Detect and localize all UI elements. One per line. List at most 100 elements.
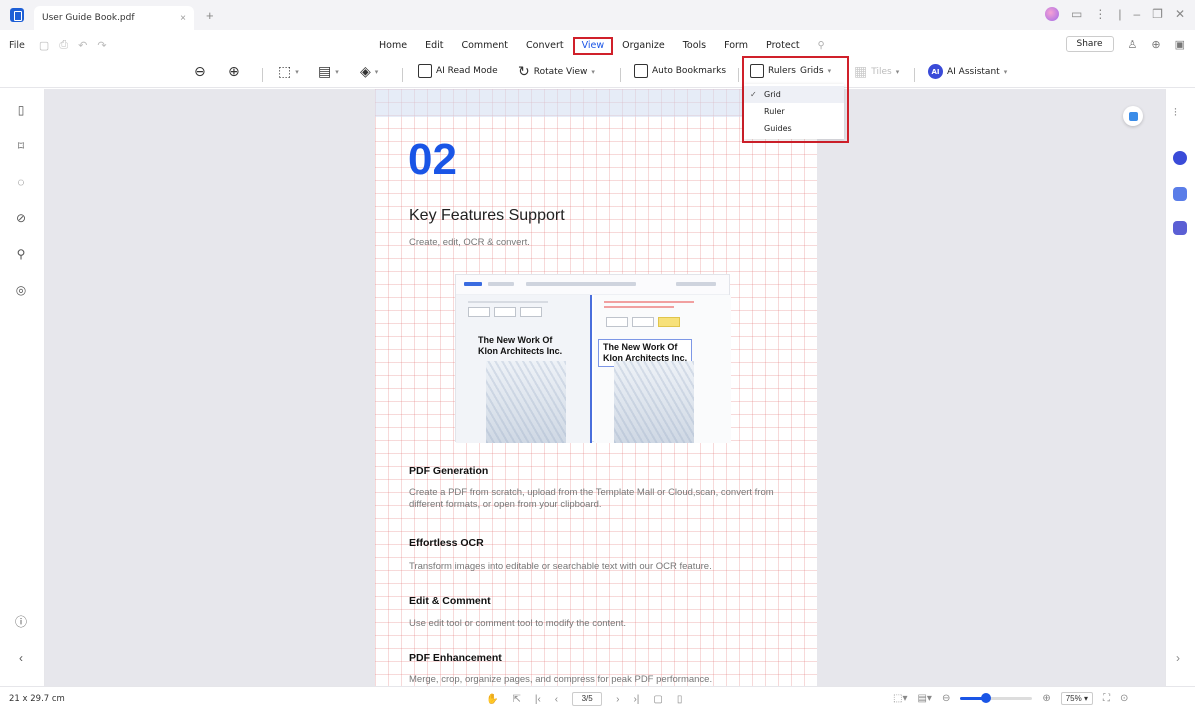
fit-page-icon[interactable]: ▢ <box>653 694 662 705</box>
panel-icon[interactable]: ▣ <box>1175 38 1185 51</box>
menu-edit[interactable]: Edit <box>416 37 452 55</box>
ai-assistant-icon: AI <box>928 64 943 79</box>
minimize-icon[interactable]: – <box>1133 7 1140 21</box>
toolbar-divider <box>620 68 621 82</box>
ai-read-mode-button[interactable]: AI Read Mode <box>418 64 498 78</box>
avatar[interactable] <box>1045 7 1060 21</box>
first-page-icon[interactable]: |‹ <box>535 694 541 705</box>
message-icon[interactable]: ▭ <box>1071 7 1082 21</box>
zoom-in-button[interactable]: ⊕ <box>228 64 240 80</box>
collapse-right-icon[interactable]: › <box>1176 651 1180 665</box>
upload-icon[interactable]: ⊕ <box>1151 38 1160 51</box>
floating-translate-button[interactable] <box>1123 106 1143 126</box>
chevron-down-icon: ▾ <box>374 68 379 76</box>
save-icon[interactable]: ▢ <box>39 39 49 52</box>
menu-form[interactable]: Form <box>715 37 757 55</box>
chevron-down-icon: ▾ <box>1003 67 1008 76</box>
compare-divider <box>590 295 592 443</box>
zoom-out-icon[interactable]: ⊖ <box>942 693 950 704</box>
menu-convert[interactable]: Convert <box>517 37 573 55</box>
fit-width-icon[interactable]: ▯ <box>677 694 683 705</box>
select-mode-icon[interactable]: ⬚▾ <box>893 693 907 704</box>
attachment-icon[interactable]: ⊘ <box>14 211 28 225</box>
pdf-page[interactable]: 02 Key Features Support Create, edit, OC… <box>375 89 817 686</box>
ai-assistant-button[interactable]: AI AI Assistant ▾ <box>928 64 1007 79</box>
zoom-slider[interactable] <box>960 693 1033 703</box>
chevron-down-icon: ▾ <box>895 68 900 76</box>
bookmark-icon <box>634 64 648 78</box>
user-icon[interactable]: ♙ <box>1128 38 1138 51</box>
previous-page-icon[interactable]: ‹ <box>555 694 558 705</box>
select-tool-icon[interactable]: ⇱ <box>512 694 520 705</box>
page-navigation: ✋ ⇱ |‹ ‹ 3/5 › ›| ▢ ▯ <box>486 692 682 706</box>
properties-icon[interactable]: ⫶ <box>1174 107 1177 120</box>
undo-icon[interactable]: ↶ <box>78 39 87 52</box>
select-tool-button[interactable]: ⬚ ▾ <box>278 64 299 80</box>
share-button[interactable]: Share <box>1065 36 1114 52</box>
file-menu[interactable]: File <box>9 40 25 51</box>
collapse-left-icon[interactable]: ‹ <box>14 651 28 665</box>
menu-organize[interactable]: Organize <box>613 37 674 55</box>
hand-tool-icon[interactable]: ✋ <box>486 694 498 705</box>
help-icon[interactable]: ⓘ <box>14 613 28 630</box>
grids-option-grid[interactable]: ✓ Grid <box>744 86 844 103</box>
grids-option-guides[interactable]: Guides <box>744 120 844 137</box>
zoom-level-select[interactable]: 75% ▾ <box>1060 692 1093 705</box>
zoom-in-icon: ⊕ <box>228 64 240 80</box>
tiles-button[interactable]: ▦ Tiles ▾ <box>854 64 899 80</box>
document-ai-icon[interactable] <box>1173 221 1187 235</box>
grids-option-ruler[interactable]: Ruler <box>744 103 844 120</box>
section-title: PDF Enhancement <box>409 652 502 664</box>
comment-icon[interactable]: ◌ <box>14 175 28 189</box>
document-tab[interactable]: User Guide Book.pdf × <box>34 6 194 30</box>
mini-line <box>468 301 548 303</box>
redo-icon[interactable]: ↷ <box>97 39 106 52</box>
pin-icon[interactable]: ⚲ <box>809 37 834 55</box>
ai-read-mode-label: AI Read Mode <box>436 66 498 76</box>
auto-bookmarks-button[interactable]: Auto Bookmarks <box>634 64 726 78</box>
ai-chat-icon[interactable] <box>1173 151 1187 165</box>
close-icon[interactable]: ✕ <box>1175 7 1185 21</box>
search-icon[interactable]: ⚲ <box>14 247 28 261</box>
bookmark-icon[interactable]: ⌑ <box>14 139 28 153</box>
menu-tools[interactable]: Tools <box>674 37 715 55</box>
menu-home[interactable]: Home <box>370 37 416 55</box>
section-title: Edit & Comment <box>409 595 491 607</box>
page-view-icon[interactable]: ▤▾ <box>917 693 931 704</box>
rotate-view-button[interactable]: ↻ Rotate View ▾ <box>518 64 595 80</box>
grids-option-label: Grid <box>764 90 781 99</box>
tab-close-icon[interactable]: × <box>180 13 186 24</box>
mini-line <box>604 301 694 303</box>
last-page-icon[interactable]: ›| <box>633 694 639 705</box>
translate-side-icon[interactable] <box>1173 187 1187 201</box>
menu-comment[interactable]: Comment <box>452 37 517 55</box>
tiles-icon: ▦ <box>854 64 868 80</box>
new-tab-button[interactable]: + <box>206 8 214 23</box>
page-subheading: Create, edit, OCR & convert. <box>409 237 530 248</box>
restore-icon[interactable]: ❐ <box>1152 7 1163 21</box>
grids-option-label: Guides <box>764 124 792 133</box>
page-number-input[interactable]: 3/5 <box>572 692 603 706</box>
page-thumbnails-icon[interactable]: ▯ <box>14 103 28 117</box>
auto-bookmarks-label: Auto Bookmarks <box>652 66 727 76</box>
more-vertical-icon[interactable]: ⋮ <box>1094 7 1106 21</box>
next-page-icon[interactable]: › <box>616 694 619 705</box>
menu-protect[interactable]: Protect <box>757 37 809 55</box>
page-display-button[interactable]: ▤ ▾ <box>318 64 339 80</box>
document-canvas[interactable]: 02 Key Features Support Create, edit, OC… <box>45 89 1165 686</box>
tab-title: User Guide Book.pdf <box>42 13 135 23</box>
zoom-slider-handle[interactable] <box>980 693 991 703</box>
rotate-view-label: Rotate View <box>533 67 588 77</box>
menu-view[interactable]: View <box>572 37 614 55</box>
background-button[interactable]: ◈ ▾ <box>360 64 378 80</box>
zoom-out-button[interactable]: ⊖ <box>194 64 206 80</box>
tiles-label: Tiles <box>871 67 892 77</box>
fit-screen-icon[interactable]: ⛶ <box>1103 693 1110 704</box>
mini-card <box>468 307 490 317</box>
toolbar-divider <box>262 68 263 82</box>
zoom-in-icon[interactable]: ⊕ <box>1042 693 1050 704</box>
layers-icon[interactable]: ◎ <box>14 283 28 297</box>
print-icon[interactable]: ⎙ <box>59 39 68 52</box>
fullscreen-icon[interactable]: ⊙ <box>1120 693 1128 704</box>
window-controls: ▭ ⋮ | – ❐ ✕ <box>1045 7 1185 21</box>
